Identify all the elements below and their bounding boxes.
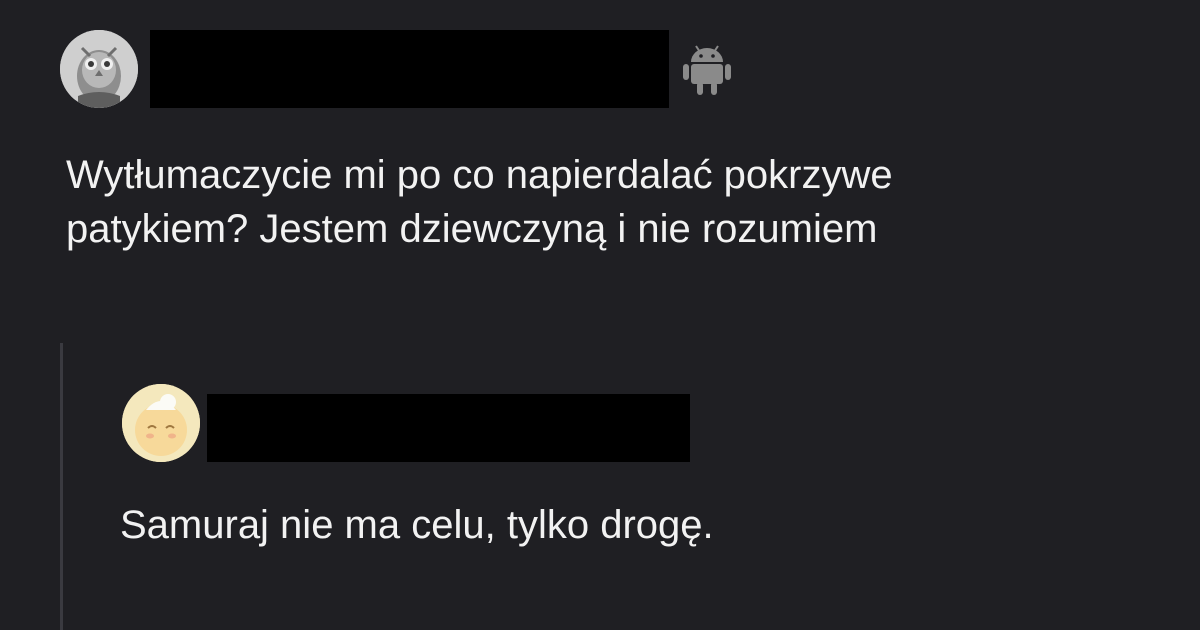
post-text-line-2: patykiem? Jestem dziewczyną i nie rozumi…	[66, 207, 878, 251]
reply-avatar-image	[122, 384, 200, 462]
reply-avatar[interactable]	[122, 384, 200, 462]
owl-avatar-image	[60, 30, 138, 108]
redacted-reply-username	[207, 394, 690, 462]
comment-thread: Wytłumaczycie mi po co napierdalać pokrz…	[0, 0, 1200, 630]
post-body: Wytłumaczycie mi po co napierdalać pokrz…	[66, 148, 1200, 256]
android-icon	[683, 40, 731, 96]
avatar[interactable]	[60, 30, 138, 108]
reply-thread-line	[60, 343, 63, 630]
reply-body: Samuraj nie ma celu, tylko drogę.	[120, 503, 714, 547]
redacted-username	[150, 30, 669, 108]
post-text-line-1: Wytłumaczycie mi po co napierdalać pokrz…	[66, 153, 893, 197]
